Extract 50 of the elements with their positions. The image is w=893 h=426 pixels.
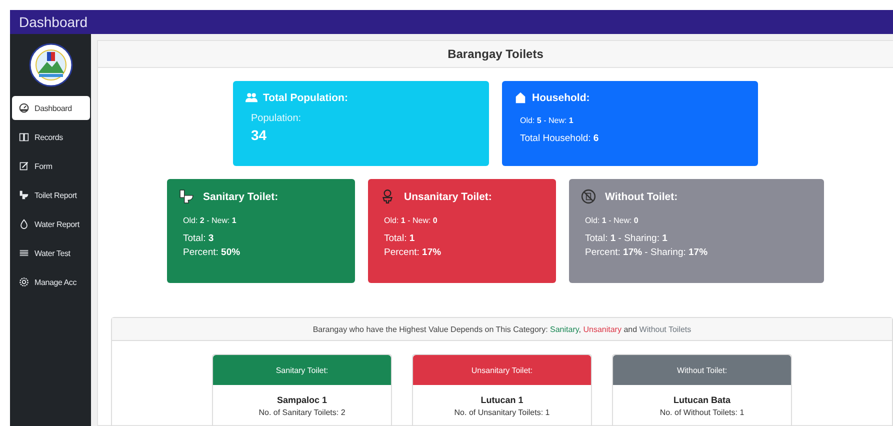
toilet-icon	[179, 189, 194, 204]
gauge-icon	[18, 103, 28, 113]
card-title: Total Population:	[263, 92, 348, 104]
card-line: Percent: 17%	[384, 247, 442, 258]
nav-item[interactable]: Toilet Report	[12, 183, 90, 207]
nav-item[interactable]: Water Report	[12, 212, 90, 236]
nav-item[interactable]: Dashboard	[12, 96, 90, 120]
toilet-count: No. of Sanitary Toilets: 2	[258, 408, 346, 417]
seal-logo	[28, 43, 72, 87]
card-line: Old: 5 - New: 1	[520, 116, 574, 125]
card-title: Unsanitary Toilet:	[404, 190, 492, 202]
card-line: Total Household: 6	[520, 133, 600, 144]
people-icon	[245, 91, 258, 104]
card-line: Old: 1 - New: 0	[384, 216, 438, 225]
toilet-count: No. of Without Toilets: 1	[660, 408, 744, 417]
nav-item[interactable]: Water Test	[12, 241, 90, 265]
barangay-name: Lutucan 1	[480, 395, 524, 405]
card-title: Without Toilet:	[676, 366, 728, 374]
card-line: Old: 2 - New: 1	[183, 216, 238, 225]
card-title: Sanitary Toilet:	[203, 190, 278, 202]
nav-item[interactable]: Records	[12, 125, 90, 149]
pencil-square-icon	[18, 161, 28, 171]
toilet-count: No. of Unsanitary Toilets: 1	[454, 408, 550, 417]
person-on-toilet-icon	[380, 189, 395, 204]
card-value: 34	[251, 127, 268, 143]
card-line: Percent: 17% - Sharing: 17%	[585, 247, 709, 258]
nav-item[interactable]: Manage Acc	[12, 270, 90, 294]
card-title: Without Toilet:	[605, 190, 678, 202]
card-line: Total: 3	[183, 233, 215, 244]
card-line: Percent: 50%	[183, 247, 242, 258]
list-lines-icon	[18, 248, 28, 258]
card-label: Population:	[251, 113, 302, 124]
card-line: Total: 1	[384, 233, 416, 244]
book-icon	[18, 132, 28, 142]
toilet-icon	[18, 190, 28, 200]
page-title: Dashboard	[19, 14, 88, 30]
card-title: Household:	[532, 92, 590, 104]
barangay-name: Sampaloc 1	[276, 395, 328, 405]
house-icon	[514, 91, 527, 104]
category-caption: Barangay who have the Highest Value Depends on This Category: Sanitary, Unsanitary and Without Toilets	[312, 324, 692, 334]
card-title: Sanitary Toilet:	[276, 366, 328, 374]
barangay-name: Lutucan Bata	[673, 395, 730, 405]
card-title: Unsanitary Toilet:	[471, 366, 533, 374]
card-line: Total: 1 - Sharing: 1	[585, 233, 668, 244]
panel-title: Barangay Toilets	[448, 47, 544, 61]
crossed-circle-icon	[581, 189, 596, 204]
card-line: Old: 1 - New: 0	[585, 216, 640, 225]
nav-item[interactable]: Form	[12, 154, 90, 178]
gear-icon	[18, 277, 28, 287]
droplet-icon	[18, 219, 28, 229]
